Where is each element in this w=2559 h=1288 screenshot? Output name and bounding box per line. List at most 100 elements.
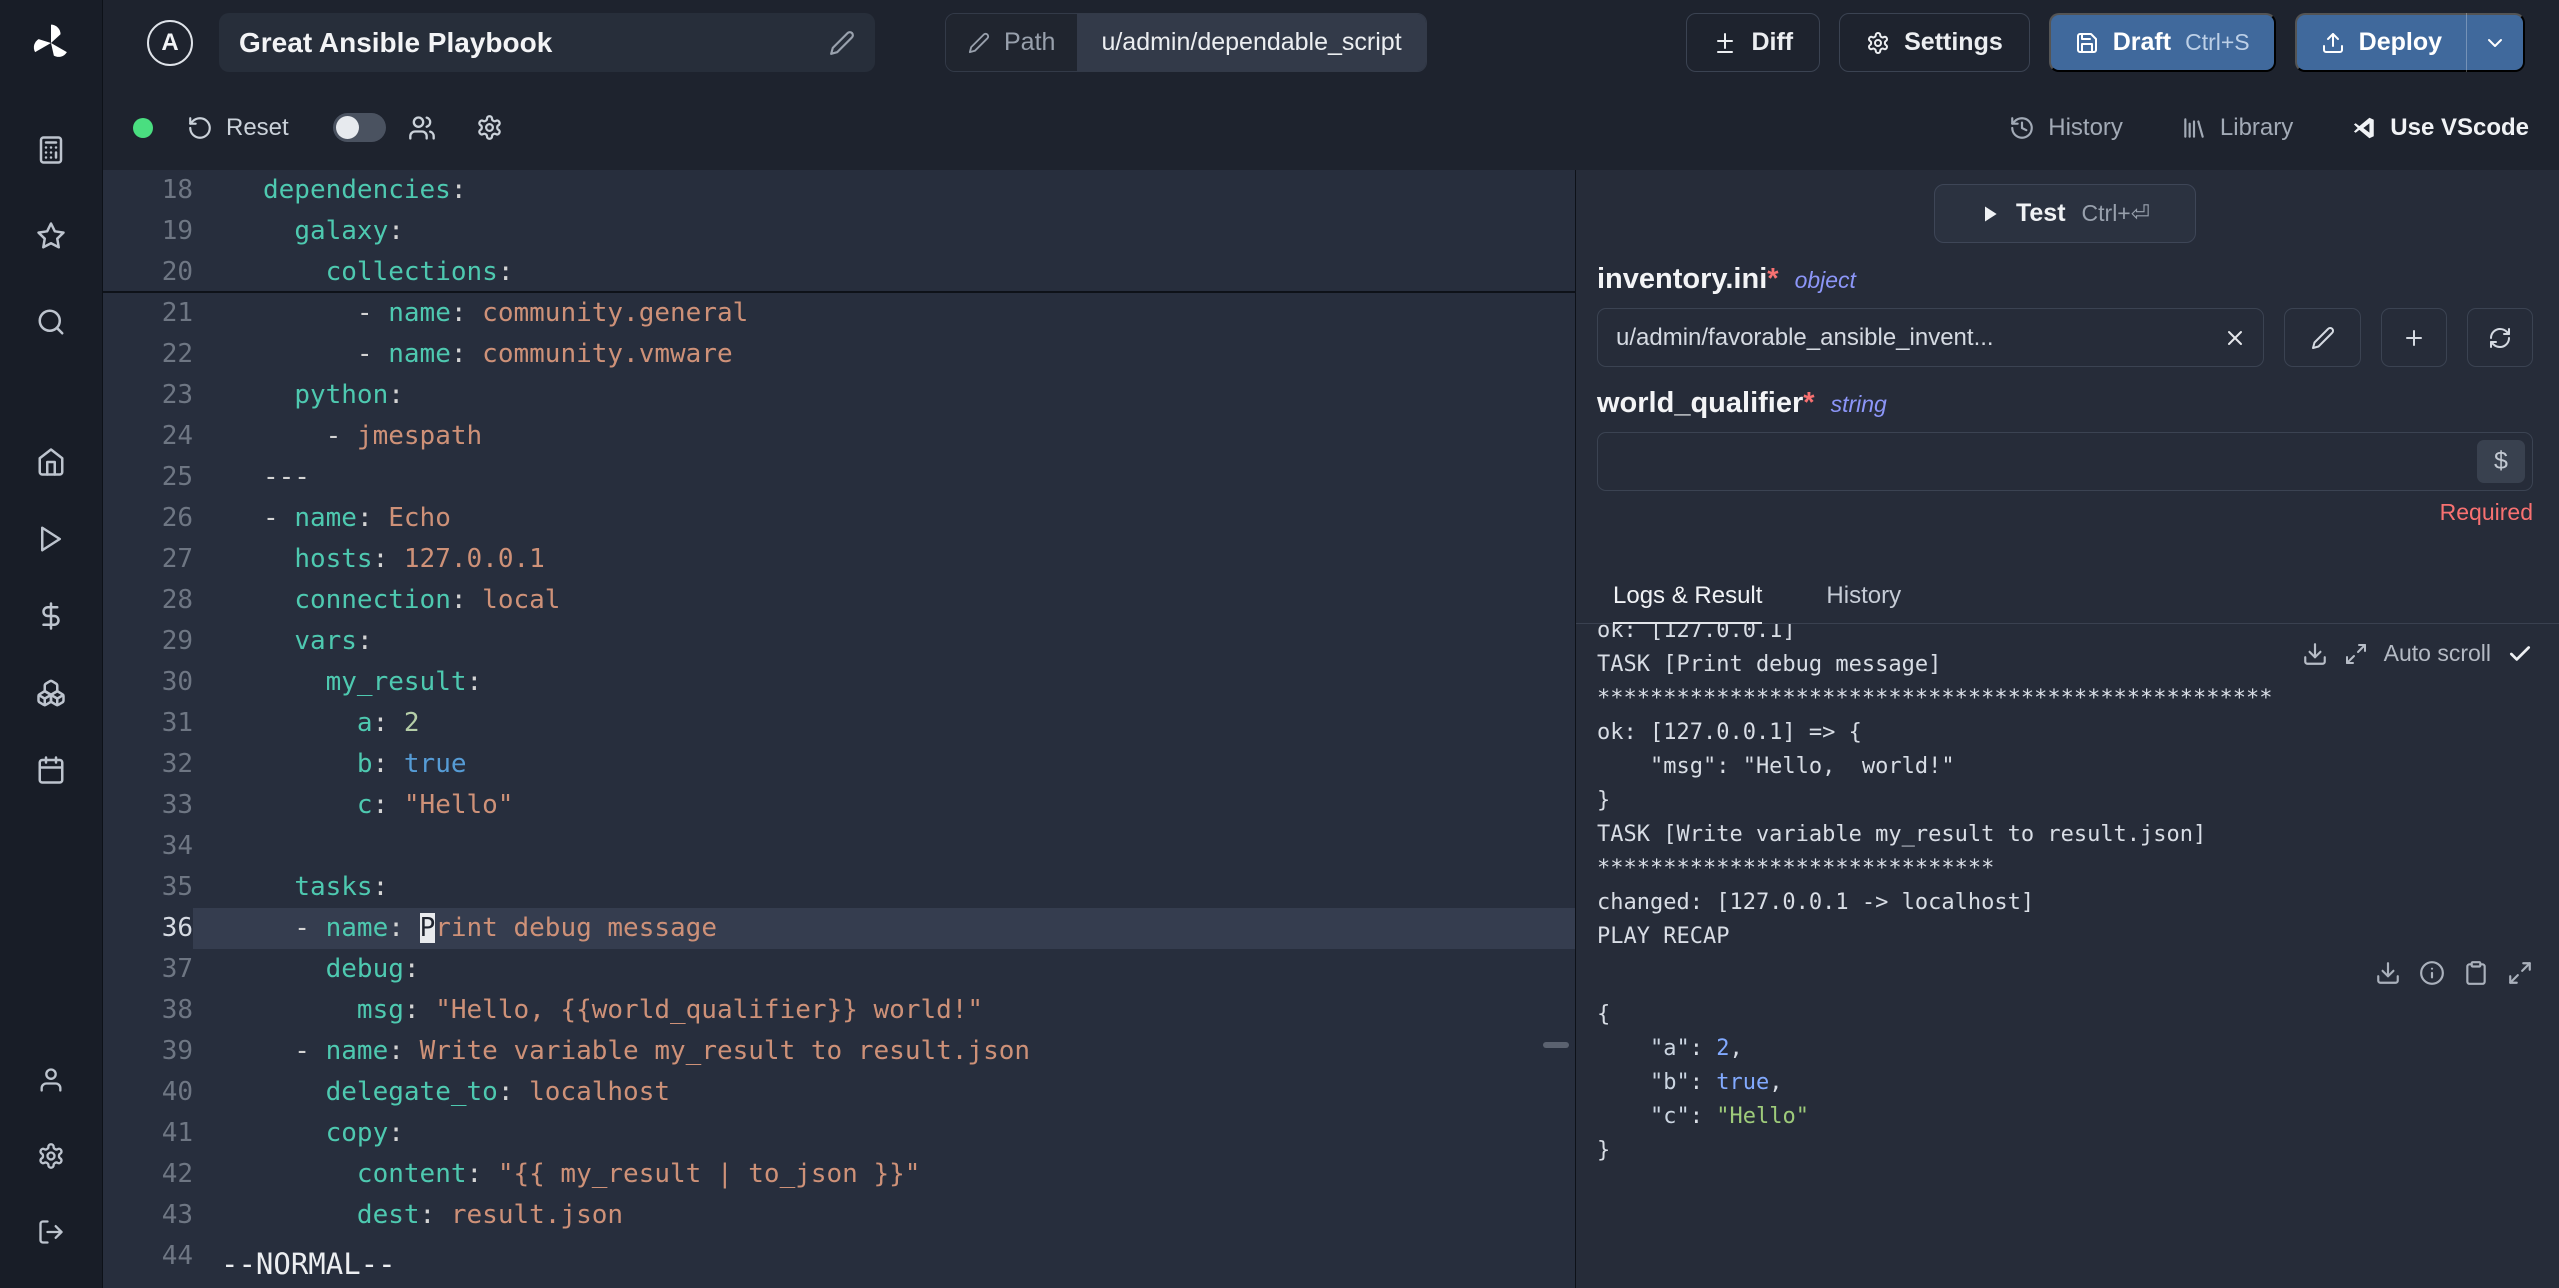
deploy-label: Deploy — [2358, 28, 2442, 56]
code-line[interactable]: 40 delegate_to: localhost — [103, 1072, 1575, 1113]
add-resource-button[interactable] — [2381, 308, 2447, 367]
inventory-input-wrap — [1597, 308, 2264, 367]
use-vscode-button[interactable]: Use VScode — [2351, 114, 2529, 142]
field-name: world_qualifier — [1597, 387, 1804, 419]
workspace-avatar[interactable]: A — [147, 19, 193, 66]
pencil-icon — [968, 32, 990, 53]
code-line[interactable]: 22 - name: community.vmware — [103, 334, 1575, 375]
code-line[interactable]: 23 python: — [103, 375, 1575, 416]
sidebar-item-settings[interactable] — [0, 1118, 103, 1194]
sidebar-item-variables[interactable] — [0, 577, 103, 654]
collaborators-button[interactable] — [408, 114, 436, 142]
code-line[interactable]: 28 connection: local — [103, 580, 1575, 621]
tab-logs-result[interactable]: Logs & Result — [1613, 582, 1763, 624]
download-result-button[interactable] — [2375, 960, 2401, 986]
code-line[interactable]: 43 dest: result.json — [103, 1195, 1575, 1236]
edit-resource-button[interactable] — [2284, 308, 2361, 367]
line-number: 38 — [161, 995, 193, 1025]
sidebar-item-home[interactable] — [0, 423, 103, 500]
sidebar-item-resources[interactable] — [0, 654, 103, 731]
download-logs-button[interactable] — [2302, 641, 2328, 667]
code-line[interactable]: 32 b: true — [103, 744, 1575, 785]
gear-icon — [1868, 31, 1889, 54]
tab-history[interactable]: History — [1826, 582, 1901, 623]
test-button[interactable]: Test Ctrl+⏎ — [1934, 184, 2196, 243]
world-qualifier-input-row: $ — [1597, 432, 2533, 491]
field-type: object — [1794, 267, 1856, 293]
deploy-dropdown-button[interactable] — [2467, 13, 2523, 72]
line-number: 27 — [161, 544, 193, 574]
sidebar-item-calculator[interactable] — [0, 107, 103, 193]
code-line[interactable]: 35 tasks: — [103, 867, 1575, 908]
draft-shortcut: Ctrl+S — [2185, 29, 2250, 55]
refresh-resource-button[interactable] — [2467, 308, 2533, 367]
sidebar-item-search[interactable] — [0, 279, 103, 365]
result-json: { "a": 2, "b": true, "c": "Hello"} — [1597, 958, 2533, 1168]
library-button[interactable]: Library — [2181, 114, 2293, 142]
sidebar-item-runs[interactable] — [0, 500, 103, 577]
toolbar-history-button[interactable]: History — [2009, 114, 2123, 142]
result-info-button[interactable] — [2419, 960, 2445, 986]
windmill-logo[interactable] — [0, 0, 102, 85]
code-line[interactable]: 29 vars: — [103, 621, 1575, 662]
editor-scrollbar[interactable] — [1543, 1042, 1569, 1048]
code-line[interactable]: 31 a: 2 — [103, 703, 1575, 744]
code-line[interactable]: 39 - name: Write variable my_result to r… — [103, 1031, 1575, 1072]
code-line[interactable]: 20 collections: — [103, 252, 1575, 293]
script-title-box[interactable]: Great Ansible Playbook — [219, 13, 875, 72]
clear-inventory-icon[interactable] — [2223, 326, 2247, 350]
expand-logs-button[interactable] — [2344, 642, 2368, 666]
boxes-icon — [37, 679, 65, 706]
deploy-button[interactable]: Deploy — [2294, 13, 2525, 72]
variable-picker-button[interactable]: $ — [2477, 440, 2525, 483]
copy-result-button[interactable] — [2463, 960, 2489, 986]
sidebar-item-logout[interactable] — [0, 1194, 103, 1270]
code-line[interactable]: 26- name: Echo — [103, 498, 1575, 539]
editor-settings-button[interactable] — [476, 114, 503, 141]
inventory-input[interactable] — [1616, 323, 2207, 352]
topbar-buttons: Diff Settings Draft Ctrl+S Deploy — [1686, 13, 2525, 72]
path-label: Path — [1004, 28, 1056, 56]
diff-icon — [1717, 32, 1734, 53]
play-icon — [1984, 206, 1997, 221]
code-line[interactable]: 36 - name: Print debug message — [103, 908, 1575, 949]
edit-title-pencil-icon[interactable] — [829, 30, 855, 56]
diff-button[interactable]: Diff — [1686, 13, 1821, 72]
world-qualifier-input[interactable] — [1616, 447, 2476, 476]
autoscroll-checkbox[interactable] — [2507, 641, 2533, 667]
line-number: 26 — [161, 503, 193, 533]
code-line[interactable]: 18 dependencies: — [103, 170, 1575, 211]
code-line[interactable]: 41 copy: — [103, 1113, 1575, 1154]
line-number: 37 — [161, 954, 193, 984]
code-line[interactable]: 25 --- — [103, 457, 1575, 498]
code-line[interactable]: 19 galaxy: — [103, 211, 1575, 252]
field-name: inventory.ini — [1597, 263, 1768, 295]
code-editor[interactable]: 18 dependencies: 19 galaxy: 20 collections:… — [103, 170, 1575, 1288]
code-line[interactable]: 30 my_result: — [103, 662, 1575, 703]
settings-button[interactable]: Settings — [1839, 13, 2030, 72]
result-tools — [2375, 960, 2533, 986]
code-line[interactable]: 27 hosts: 127.0.0.1 — [103, 539, 1575, 580]
code-line[interactable]: 21 - name: community.general — [103, 293, 1575, 334]
reset-button[interactable]: Reset — [187, 114, 289, 142]
expand-result-button[interactable] — [2507, 960, 2533, 986]
users-icon — [408, 115, 435, 140]
path-edit-button[interactable]: Path — [946, 14, 1078, 71]
code-line[interactable]: 24 - jmespath — [103, 416, 1575, 457]
search-icon — [38, 309, 64, 335]
code-line[interactable]: 38 msg: "Hello, {{world_qualifier}} worl… — [103, 990, 1575, 1031]
result-line: "a": 2, — [1597, 1036, 1743, 1061]
code-line[interactable]: 33 c: "Hello" — [103, 785, 1575, 826]
sidebar-item-favorites[interactable] — [0, 193, 103, 279]
sidebar-item-account[interactable] — [0, 1042, 103, 1118]
code-line[interactable]: 37 debug: — [103, 949, 1575, 990]
code-line[interactable]: 42 content: "{{ my_result | to_json }}" — [103, 1154, 1575, 1195]
draft-button[interactable]: Draft Ctrl+S — [2048, 13, 2276, 72]
sidebar-item-schedules[interactable] — [0, 731, 103, 808]
download-icon — [2303, 642, 2326, 665]
mode-toggle[interactable] — [332, 113, 386, 142]
log-line: } — [1597, 788, 1611, 813]
line-number: 30 — [161, 667, 193, 697]
code-line[interactable]: 34 — [103, 826, 1575, 867]
log-output[interactable]: ok: [127.0.0.1] TASK [Print debug message… — [1597, 624, 2533, 954]
